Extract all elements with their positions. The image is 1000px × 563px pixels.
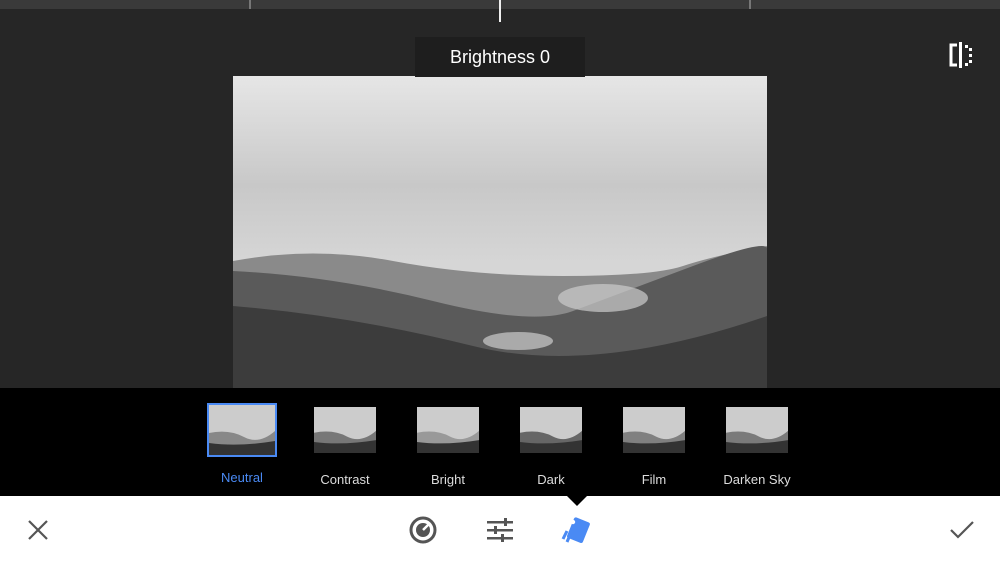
preset-bright[interactable]: Bright xyxy=(415,405,481,487)
close-icon[interactable] xyxy=(20,512,56,548)
slider-tick xyxy=(249,0,251,9)
preset-film[interactable]: Film xyxy=(621,405,687,487)
preset-label: Neutral xyxy=(221,470,263,485)
styles-icon[interactable] xyxy=(558,512,594,548)
slider-thumb[interactable] xyxy=(499,0,501,22)
preset-label: Dark xyxy=(537,472,565,487)
preset-dark[interactable]: Dark xyxy=(518,405,584,487)
preset-strip: Neutral Contrast Bright Dark Film Darken Sky xyxy=(0,388,1000,496)
preset-thumbnail xyxy=(724,405,790,455)
preset-label: Darken Sky xyxy=(723,472,791,487)
preset-thumbnail xyxy=(207,403,277,457)
preset-darken-sky[interactable]: Darken Sky xyxy=(723,405,791,487)
photo-preview xyxy=(233,76,767,388)
slider-tick xyxy=(749,0,751,9)
preset-thumbnail xyxy=(312,405,378,455)
compare-icon[interactable] xyxy=(946,42,976,68)
tonal-contrast-icon[interactable] xyxy=(405,512,441,548)
check-icon[interactable] xyxy=(944,512,980,548)
bottom-toolbar xyxy=(0,496,1000,563)
selected-tool-indicator xyxy=(567,496,587,506)
preset-thumbnail xyxy=(621,405,687,455)
preset-neutral[interactable]: Neutral xyxy=(207,403,277,485)
preset-thumbnail xyxy=(518,405,584,455)
preset-contrast[interactable]: Contrast xyxy=(312,405,378,487)
preset-thumbnail xyxy=(415,405,481,455)
preset-label: Contrast xyxy=(320,472,370,487)
preset-label: Film xyxy=(641,472,667,487)
brightness-label: Brightness 0 xyxy=(415,37,585,77)
adjust-sliders-icon[interactable] xyxy=(482,512,518,548)
preset-label: Bright xyxy=(431,472,465,487)
